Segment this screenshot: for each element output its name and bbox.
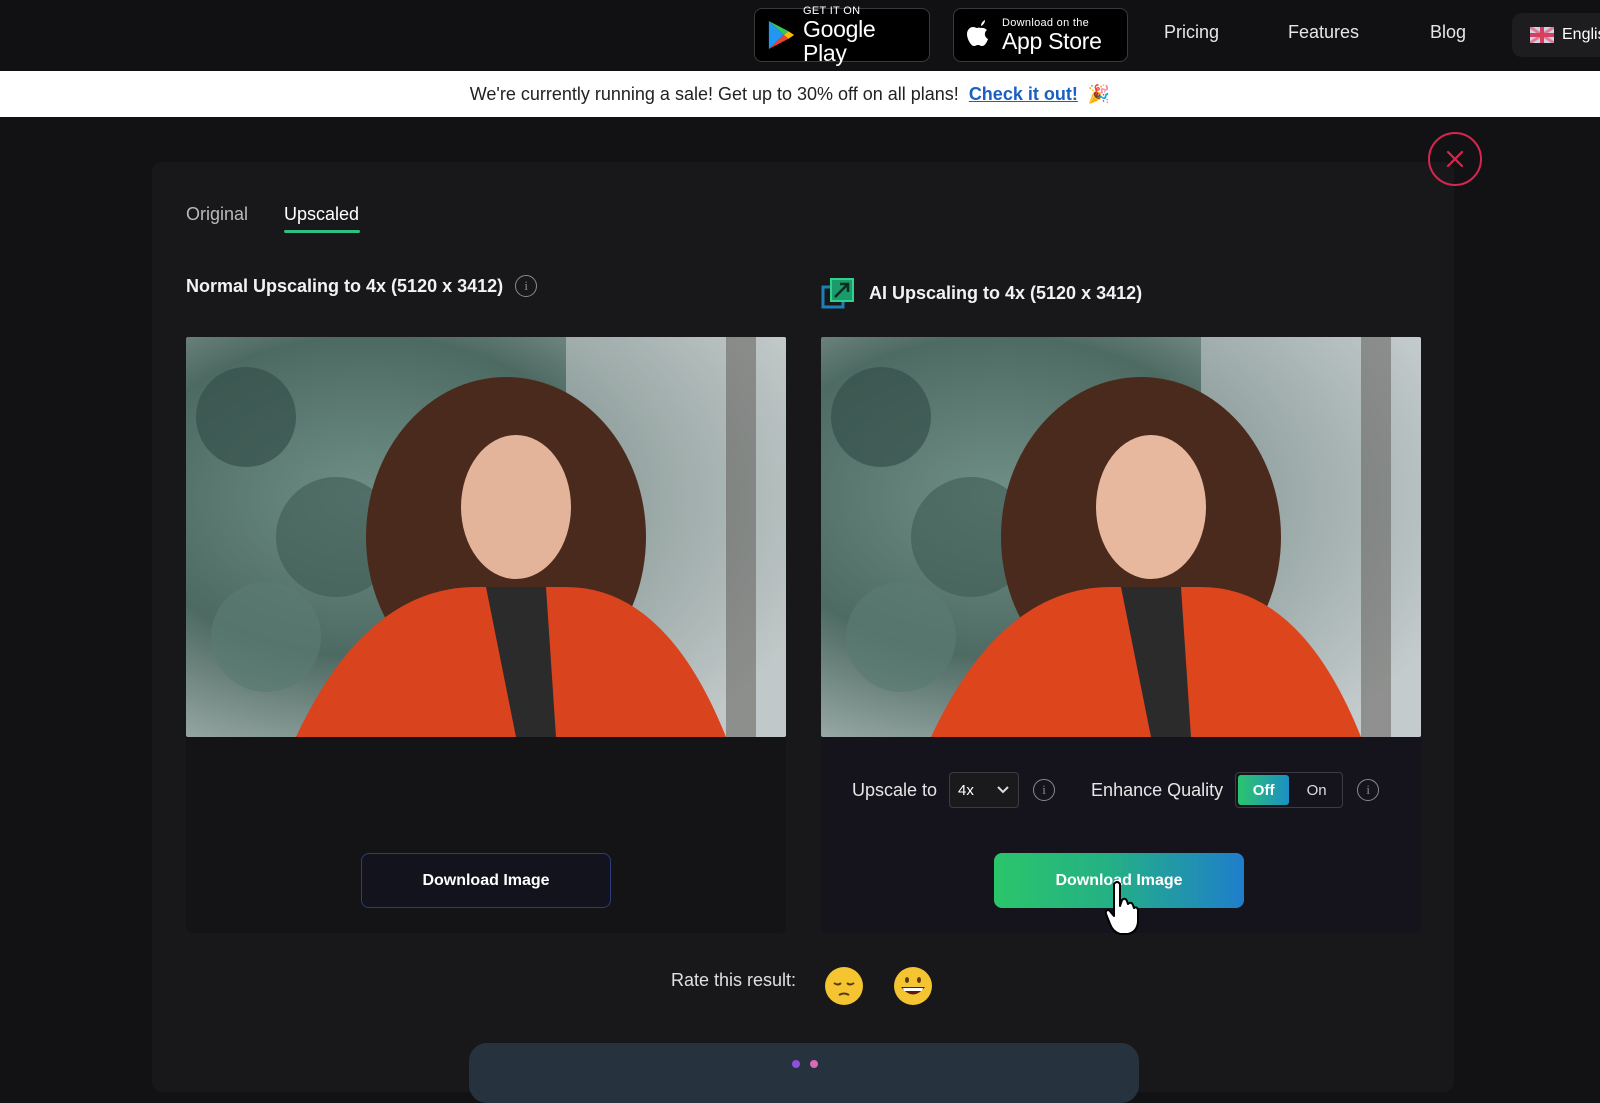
upscale-factor-value: 4x bbox=[958, 781, 974, 799]
app-store-button[interactable]: Download on the App Store bbox=[953, 8, 1128, 62]
banner-text: We're currently running a sale! Get up t… bbox=[469, 83, 959, 104]
party-popper-icon: 🎉 bbox=[1087, 83, 1111, 104]
download-normal-button[interactable]: Download Image bbox=[361, 853, 611, 908]
uk-flag-icon bbox=[1530, 27, 1554, 43]
happy-face-icon[interactable] bbox=[893, 966, 933, 1006]
chevron-down-icon bbox=[997, 786, 1009, 794]
normal-upscaling-panel bbox=[186, 337, 786, 933]
decor-dot bbox=[792, 1060, 800, 1068]
nav-link-blog[interactable]: Blog bbox=[1430, 22, 1466, 43]
promo-card bbox=[469, 1043, 1139, 1103]
close-icon bbox=[1446, 150, 1464, 168]
normal-upscaling-title: Normal Upscaling to 4x (5120 x 3412) i bbox=[186, 275, 538, 297]
ai-upscaled-photo bbox=[821, 337, 1421, 737]
hand-cursor-icon bbox=[1104, 881, 1139, 935]
toggle-off-option[interactable]: Off bbox=[1238, 775, 1290, 805]
decor-dot bbox=[810, 1060, 818, 1068]
ai-upscaling-title-text: AI Upscaling to 4x (5120 x 3412) bbox=[869, 282, 1143, 303]
tab-original[interactable]: Original bbox=[186, 204, 248, 225]
rating-label: Rate this result: bbox=[671, 970, 797, 990]
info-icon[interactable]: i bbox=[515, 275, 538, 297]
upscale-factor-select[interactable]: 4x bbox=[949, 772, 1020, 808]
enhance-info-icon[interactable]: i bbox=[1357, 779, 1380, 801]
sale-banner: We're currently running a sale! Get up t… bbox=[0, 71, 1600, 117]
language-label: English bbox=[1562, 26, 1600, 43]
ai-upscaling-title: AI Upscaling to 4x (5120 x 3412) bbox=[821, 275, 1142, 311]
app-store-big-text: App Store bbox=[1002, 28, 1102, 54]
google-play-big-text: Google Play bbox=[803, 16, 876, 66]
banner-link[interactable]: Check it out! bbox=[969, 84, 1078, 105]
google-play-icon bbox=[768, 20, 795, 50]
toggle-on-option[interactable]: On bbox=[1291, 773, 1342, 807]
google-play-button[interactable]: GET IT ON Google Play bbox=[754, 5, 930, 66]
normal-upscaling-title-text: Normal Upscaling to 4x (5120 x 3412) bbox=[186, 275, 504, 296]
enhance-quality-label: Enhance Quality bbox=[1091, 779, 1224, 800]
enhance-quality-toggle[interactable]: Off On bbox=[1235, 772, 1344, 808]
nav-link-features[interactable]: Features bbox=[1288, 22, 1359, 43]
language-selector[interactable]: English bbox=[1512, 13, 1600, 57]
top-navigation: GET IT ON Google Play Download on the Ap… bbox=[0, 0, 1600, 71]
apple-icon bbox=[967, 20, 988, 46]
close-button[interactable] bbox=[1428, 132, 1482, 186]
ai-upscaling-panel bbox=[821, 337, 1421, 933]
upscale-to-label: Upscale to bbox=[852, 779, 938, 800]
ai-upscale-controls: Upscale to 4x i Enhance Quality Off On i bbox=[852, 771, 1380, 809]
upscale-icon bbox=[821, 278, 854, 309]
sad-face-icon[interactable] bbox=[824, 966, 864, 1006]
tab-upscaled[interactable]: Upscaled bbox=[284, 204, 359, 225]
rating-section: Rate this result: bbox=[671, 970, 796, 991]
normal-upscaled-photo bbox=[186, 337, 786, 737]
active-tab-indicator bbox=[284, 230, 360, 233]
upscale-info-icon[interactable]: i bbox=[1033, 779, 1056, 801]
nav-link-pricing[interactable]: Pricing bbox=[1164, 22, 1219, 43]
